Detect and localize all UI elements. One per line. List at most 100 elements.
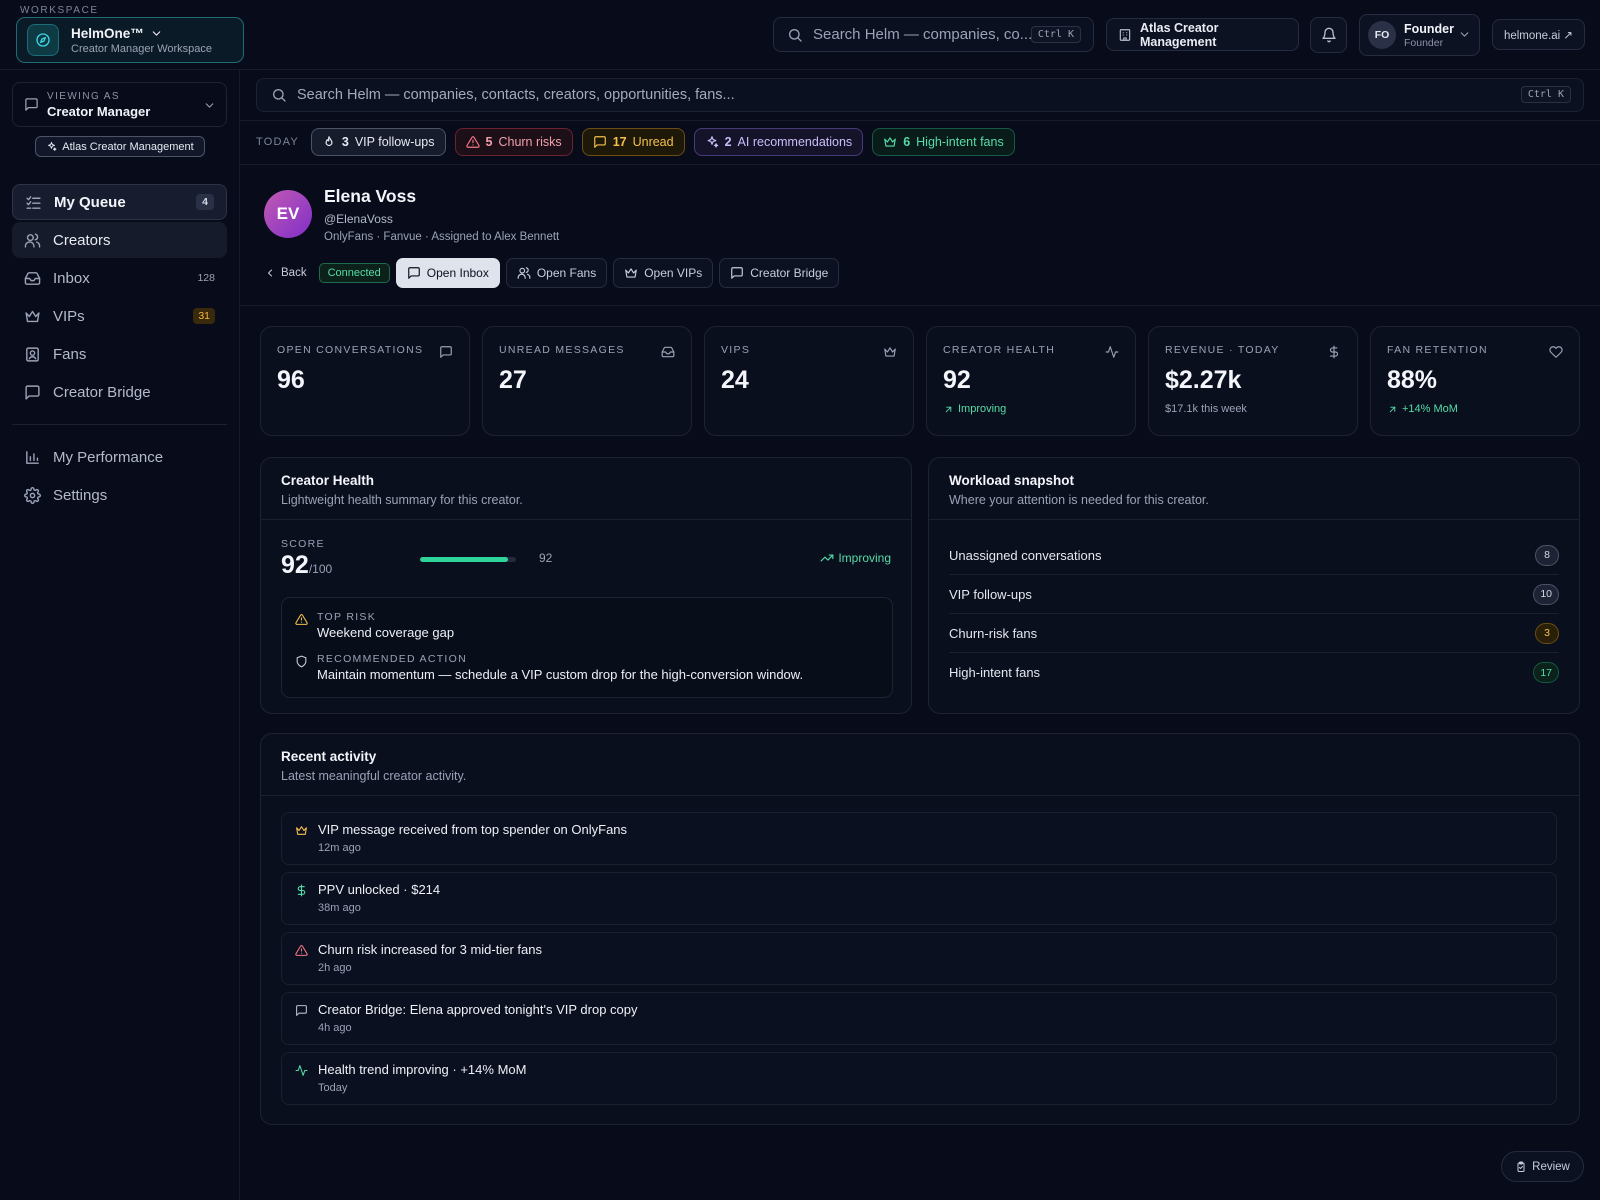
- sidebar-nav: My Queue 4 Creators Inbox 128 VIPs 31 Fa…: [12, 184, 227, 515]
- sidebar-item-vips[interactable]: VIPs 31: [12, 298, 227, 334]
- message-icon: [593, 136, 606, 148]
- recommended-action-value: Maintain momentum — schedule a VIP custo…: [317, 667, 804, 682]
- sidebar-item-badge: 128: [197, 272, 215, 284]
- open-inbox-button[interactable]: Open Inbox: [395, 258, 500, 288]
- sidebar-item-fans[interactable]: Fans: [12, 336, 227, 372]
- bar-chart-icon: [26, 450, 39, 464]
- chevron-left-icon: [268, 269, 272, 277]
- sidebar-item-creator-bridge[interactable]: Creator Bridge: [12, 374, 227, 410]
- list-item[interactable]: Unassigned conversations 8: [949, 536, 1559, 575]
- score-progress-fill: [420, 557, 509, 562]
- sidebar-item-label: VIPs: [53, 307, 85, 325]
- top-bar: WORKSPACE HelmOne™ Creator Manager Works…: [0, 0, 1600, 70]
- user-role: Founder: [1404, 36, 1444, 49]
- trending-up-icon: [820, 554, 834, 562]
- inbox-icon: [24, 271, 41, 285]
- crown-icon: [296, 826, 307, 835]
- message-icon: [731, 267, 744, 279]
- sidebar-item-settings[interactable]: Settings: [12, 477, 227, 513]
- message-icon: [296, 1005, 307, 1016]
- chip-high-intent-fans[interactable]: 6 High-intent fans: [872, 128, 1015, 156]
- score-number: 92: [281, 551, 309, 579]
- activity-icon: [295, 1065, 308, 1076]
- list-item[interactable]: Churn risk increased for 3 mid-tier fans…: [281, 932, 1557, 985]
- message-icon: [25, 384, 40, 400]
- inbox-icon: [661, 346, 675, 358]
- sidebar: VIEWING AS Creator Manager Atlas Creator…: [0, 70, 240, 1200]
- creator-bridge-button[interactable]: Creator Bridge: [719, 258, 840, 288]
- crown-icon: [25, 310, 40, 322]
- score-progress-bar: [420, 557, 516, 562]
- dollar-icon: [1329, 345, 1339, 359]
- recent-activity-panel: Recent activity Latest meaningful creato…: [260, 733, 1580, 1125]
- warning-icon: [295, 945, 308, 956]
- list-item[interactable]: Creator Bridge: Elena approved tonight's…: [281, 992, 1557, 1045]
- chip-vip-follow-ups[interactable]: 3 VIP follow-ups: [310, 128, 446, 156]
- panel-title: Creator Health: [281, 473, 375, 488]
- chip-unread[interactable]: 17 Unread: [581, 128, 685, 156]
- workspace-name: HelmOne™: [71, 25, 144, 41]
- notifications-button[interactable]: [1310, 17, 1347, 53]
- metric-trend: +14% MoM: [1387, 403, 1563, 415]
- list-item[interactable]: Health trend improving · +14% MoM Today: [281, 1052, 1557, 1105]
- metric-caption: VIPS: [721, 344, 751, 356]
- sidebar-item-creators[interactable]: Creators: [12, 222, 227, 258]
- open-fans-button[interactable]: Open Fans: [505, 258, 608, 288]
- panel-title: Recent activity: [281, 749, 377, 764]
- score-value: 92/100: [281, 551, 332, 580]
- clipboard-check-icon: [1517, 1161, 1525, 1172]
- viewing-as-selector[interactable]: VIEWING AS Creator Manager: [12, 82, 227, 127]
- creator-meta: OnlyFans · Fanvue · Assigned to Alex Ben…: [324, 231, 560, 243]
- main-content: Search Helm — companies, contacts, creat…: [240, 70, 1600, 1200]
- back-button[interactable]: Back: [264, 267, 313, 279]
- workspace-switcher[interactable]: HelmOne™ Creator Manager Workspace: [16, 17, 244, 63]
- shield-icon: [296, 655, 307, 668]
- activity-time: 12m ago: [318, 842, 361, 854]
- metric-fan-retention: FAN RETENTION 88% +14% MoM: [1370, 326, 1580, 436]
- list-item[interactable]: VIP follow-ups 10: [949, 575, 1559, 614]
- sidebar-item-my-queue[interactable]: My Queue 4: [12, 184, 227, 220]
- chip-ai-recommendations[interactable]: 2 AI recommendations: [693, 128, 864, 156]
- list-item[interactable]: VIP message received from top spender on…: [281, 812, 1557, 865]
- list-item[interactable]: Churn-risk fans 3: [949, 614, 1559, 653]
- metric-creator-health: CREATOR HEALTH 92 Improving: [926, 326, 1136, 436]
- workload-count: 10: [1533, 583, 1559, 605]
- metric-trend: Improving: [943, 403, 1119, 415]
- today-caption: TODAY: [256, 136, 299, 148]
- metric-sub-label: $17.1k this week: [1165, 403, 1247, 415]
- chip-label: Churn risks: [498, 135, 562, 149]
- list-item[interactable]: High-intent fans 17: [949, 653, 1559, 692]
- activity-icon: [1105, 346, 1119, 358]
- creator-actions: Back Connected Open Inbox Open Fans Open…: [264, 258, 840, 288]
- chip-churn-risks[interactable]: 5 Churn risks: [454, 128, 573, 156]
- site-link[interactable]: helmone.ai ↗: [1492, 19, 1585, 50]
- button-label: Open Inbox: [426, 266, 489, 280]
- chevron-down-icon: [205, 103, 214, 108]
- bell-icon: [1321, 27, 1336, 43]
- sidebar-item-label: Creator Bridge: [53, 383, 151, 401]
- organization-button[interactable]: Atlas Creator Management: [1106, 18, 1299, 51]
- sidebar-item-label: Inbox: [53, 269, 90, 287]
- metric-caption: CREATOR HEALTH: [943, 344, 1056, 356]
- user-menu-button[interactable]: FO Founder Founder: [1359, 14, 1480, 56]
- metric-open-conversations: OPEN CONVERSATIONS 96: [260, 326, 470, 436]
- sidebar-item-label: Creators: [53, 231, 111, 249]
- workload-snapshot-panel: Workload snapshot Where your attention i…: [928, 457, 1580, 714]
- chip-count: 17: [612, 135, 627, 149]
- button-label: Open VIPs: [644, 266, 703, 280]
- sidebar-item-inbox[interactable]: Inbox 128: [12, 260, 227, 296]
- chip-count: 5: [485, 135, 493, 149]
- metric-caption: FAN RETENTION: [1387, 344, 1488, 356]
- list-item[interactable]: PPV unlocked · $214 38m ago: [281, 872, 1557, 925]
- chip-label: AI recommendations: [737, 135, 853, 149]
- review-button[interactable]: Review: [1501, 1151, 1584, 1182]
- global-search-input[interactable]: Search Helm — companies, co... Ctrl K: [773, 17, 1094, 52]
- main-search-input[interactable]: Search Helm — companies, contacts, creat…: [256, 78, 1584, 112]
- activity-title: PPV unlocked · $214: [318, 882, 441, 897]
- search-icon: [273, 89, 286, 102]
- open-vips-button[interactable]: Open VIPs: [613, 258, 714, 288]
- activity-title: Health trend improving · +14% MoM: [318, 1062, 527, 1077]
- building-icon: [1119, 28, 1131, 41]
- sidebar-item-my-performance[interactable]: My Performance: [12, 439, 227, 475]
- risk-summary: TOP RISK Weekend coverage gap RECOMMENDE…: [281, 597, 893, 698]
